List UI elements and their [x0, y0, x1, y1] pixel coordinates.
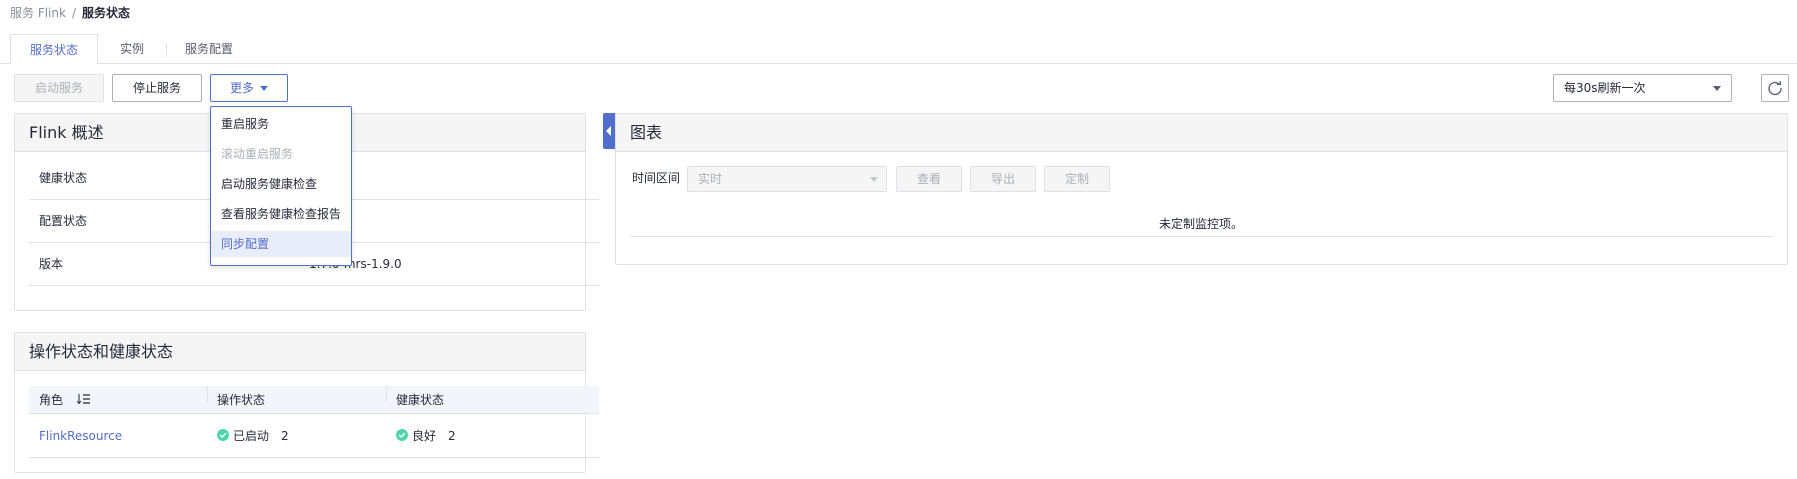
more-button[interactable]: 更多	[210, 74, 288, 102]
export-button[interactable]: 导出	[970, 166, 1036, 192]
refresh-button[interactable]	[1761, 74, 1789, 102]
breadcrumb-current: 服务状态	[82, 6, 131, 20]
tab-service-config[interactable]: 服务配置	[174, 34, 244, 64]
caret-down-icon	[260, 86, 268, 91]
refresh-icon	[1768, 81, 1782, 96]
menu-item-start-health-check[interactable]: 启动服务健康检查	[211, 171, 351, 197]
health-status-cell: 良好 2	[396, 415, 456, 458]
tab-bar: 服务状态 实例 服务配置	[0, 34, 1797, 65]
column-divider	[386, 386, 387, 402]
time-range-value: 实时	[698, 172, 723, 186]
start-service-button[interactable]: 启动服务	[14, 74, 104, 102]
health-status-header: 健康状态	[396, 393, 445, 407]
chevron-left-icon	[606, 126, 611, 136]
stop-service-button[interactable]: 停止服务	[112, 74, 202, 102]
menu-item-rolling-restart[interactable]: 滚动重启服务	[211, 141, 351, 167]
collapse-handle[interactable]	[603, 113, 615, 149]
overview-label: 版本	[39, 257, 64, 271]
status-title: 操作状态和健康状态	[15, 333, 585, 371]
empty-state-text: 未定制监控项。	[630, 211, 1772, 237]
menu-item-restart-service[interactable]: 重启服务	[211, 111, 351, 137]
op-status-text: 已启动	[233, 429, 270, 443]
check-circle-icon	[396, 429, 408, 441]
column-divider	[207, 386, 208, 402]
op-status-cell: 已启动 2	[217, 415, 289, 458]
breadcrumb-separator: /	[71, 6, 76, 20]
check-circle-icon	[217, 429, 229, 441]
more-dropdown-menu: 重启服务 滚动重启服务 启动服务健康检查 查看服务健康检查报告 同步配置	[210, 106, 352, 266]
health-status-count: 2	[448, 429, 456, 443]
view-button[interactable]: 查看	[896, 166, 962, 192]
chevron-down-icon	[1713, 86, 1721, 91]
role-header-label: 角色	[39, 393, 64, 407]
refresh-interval-select[interactable]: 每30s刷新一次	[1553, 74, 1732, 102]
table-row: FlinkResource 已启动 2 良好 2	[29, 415, 599, 458]
overview-label: 配置状态	[39, 214, 88, 228]
sort-icon[interactable]	[76, 393, 91, 405]
menu-item-view-health-report[interactable]: 查看服务健康检查报告	[211, 201, 351, 227]
menu-item-sync-config[interactable]: 同步配置	[211, 231, 351, 257]
tab-service-status[interactable]: 服务状态	[10, 34, 98, 65]
op-status-header: 操作状态	[217, 393, 266, 407]
customize-button[interactable]: 定制	[1044, 166, 1110, 192]
health-status-text: 良好	[412, 429, 437, 443]
time-range-label: 时间区间	[632, 171, 681, 185]
charts-title: 图表	[616, 114, 1787, 152]
chevron-down-icon	[870, 177, 878, 182]
status-table-header: 角色 操作状态 健康状态	[29, 386, 599, 414]
overview-label: 健康状态	[39, 171, 88, 185]
role-link[interactable]: FlinkResource	[39, 415, 122, 458]
op-status-count: 2	[281, 429, 289, 443]
time-range-select[interactable]: 实时	[687, 166, 887, 192]
charts-panel: 图表 时间区间 实时 查看 导出 定制 未定制监控项。	[615, 113, 1788, 265]
refresh-interval-value: 每30s刷新一次	[1564, 81, 1646, 95]
more-button-label: 更多	[229, 81, 254, 95]
tab-divider	[166, 43, 167, 57]
status-panel: 操作状态和健康状态 角色 操作状态 健康状态 FlinkResource 已启动…	[14, 332, 599, 473]
breadcrumb-parent[interactable]: 服务 Flink	[10, 6, 66, 20]
tab-instances[interactable]: 实例	[104, 34, 160, 64]
breadcrumb: 服务 Flink / 服务状态	[10, 5, 130, 21]
role-header[interactable]: 角色	[39, 386, 91, 414]
